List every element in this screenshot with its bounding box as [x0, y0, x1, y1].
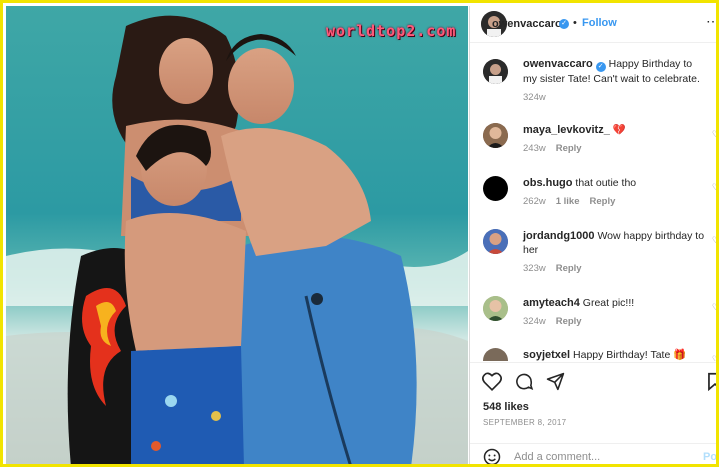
- reply-button[interactable]: Reply: [556, 263, 582, 274]
- like-icon[interactable]: [482, 372, 502, 396]
- commenter-avatar[interactable]: [483, 229, 508, 254]
- emoji-icon[interactable]: [483, 448, 501, 464]
- verified-badge-icon: ✓: [595, 62, 606, 72]
- comment-meta: 324w Reply: [523, 315, 708, 329]
- comment-age: 262w: [523, 196, 546, 207]
- watermark-text: worldtop2.com: [326, 22, 457, 40]
- beach-photo-image: [6, 6, 468, 464]
- comments-list[interactable]: owenvaccaro ✓ Happy Birthday to my sister…: [470, 43, 716, 361]
- follow-button[interactable]: Follow: [582, 17, 617, 29]
- commenter-avatar[interactable]: [483, 176, 508, 201]
- reply-button[interactable]: Reply: [556, 316, 582, 327]
- comment-age: 243w: [523, 143, 546, 154]
- like-comment-icon[interactable]: ♡: [712, 354, 716, 361]
- comment-body: soyjetxel Happy Birthday! Tate 🎁: [523, 348, 708, 361]
- comment-username[interactable]: jordandg1000: [523, 230, 595, 242]
- comment-body: obs.hugo that outie tho 262w 1 like Reply: [523, 176, 708, 209]
- reply-button[interactable]: Reply: [590, 196, 616, 207]
- comment-body: amyteach4 Great pic!!! 324w Reply: [523, 296, 708, 329]
- like-comment-icon[interactable]: ♡: [712, 129, 716, 140]
- caption-age: 324w: [523, 92, 546, 103]
- add-comment-input[interactable]: Add a comment...: [514, 451, 600, 463]
- likes-count[interactable]: 548 likes: [483, 401, 529, 413]
- like-comment-icon[interactable]: ♡: [712, 235, 716, 246]
- author-username[interactable]: owenvaccaro: [492, 18, 562, 30]
- comment-username[interactable]: maya_levkovitz_: [523, 124, 610, 136]
- author-avatar[interactable]: [483, 59, 508, 84]
- add-comment-bar: Add a comment... Post: [470, 443, 716, 464]
- comment-text: that outie tho: [575, 177, 637, 189]
- separator-dot: •: [573, 17, 577, 29]
- reply-button[interactable]: Reply: [556, 143, 582, 154]
- comment-likes[interactable]: 1 like: [556, 196, 580, 207]
- caption-username[interactable]: owenvaccaro: [523, 58, 593, 70]
- post-photo[interactable]: worldtop2.com: [6, 6, 468, 464]
- comment-username[interactable]: amyteach4: [523, 297, 580, 309]
- post-comment-button[interactable]: Post: [703, 451, 716, 463]
- caption-body: owenvaccaro ✓ Happy Birthday to my sister…: [523, 57, 708, 105]
- comment-meta: 323w Reply: [523, 262, 708, 276]
- post-header: owenvaccaro ✓ • Follow ⋯: [470, 6, 716, 43]
- save-icon[interactable]: [707, 372, 716, 396]
- commenter-avatar[interactable]: [483, 123, 508, 148]
- post-actions: 548 likes SEPTEMBER 8, 2017: [470, 362, 716, 443]
- post-date: SEPTEMBER 8, 2017: [483, 418, 567, 427]
- commenter-avatar[interactable]: [483, 296, 508, 321]
- comment-text: Happy Birthday! Tate 🎁: [573, 349, 687, 361]
- verified-badge-icon: ✓: [559, 19, 569, 29]
- like-comment-icon[interactable]: ♡: [712, 302, 716, 313]
- comment-username[interactable]: obs.hugo: [523, 177, 573, 189]
- like-comment-icon[interactable]: ♡: [712, 182, 716, 193]
- comment-text: 💔: [612, 124, 626, 136]
- post-side-panel: owenvaccaro ✓ • Follow ⋯ owenvaccaro✓ Ha…: [469, 6, 716, 464]
- comment-body: jordandg1000 Wow happy birthday to her 3…: [523, 229, 708, 276]
- commenter-avatar[interactable]: [483, 348, 508, 361]
- share-icon[interactable]: [546, 372, 565, 396]
- comment-age: 324w: [523, 316, 546, 327]
- comment-text: Great pic!!!: [582, 297, 635, 309]
- comment-age: 323w: [523, 263, 546, 274]
- comment-username[interactable]: soyjetxel: [523, 349, 570, 361]
- comment-meta: 262w 1 like Reply: [523, 195, 708, 209]
- screenshot-frame: worldtop2.com owenvaccaro ✓ • Follow ⋯ o…: [0, 0, 719, 467]
- comment-meta: 243w Reply: [523, 142, 708, 156]
- more-options-icon[interactable]: ⋯: [706, 13, 716, 30]
- comment-body: maya_levkovitz_ 💔 243w Reply: [523, 123, 708, 156]
- comment-icon[interactable]: [514, 372, 534, 396]
- caption-meta: 324w: [523, 91, 708, 105]
